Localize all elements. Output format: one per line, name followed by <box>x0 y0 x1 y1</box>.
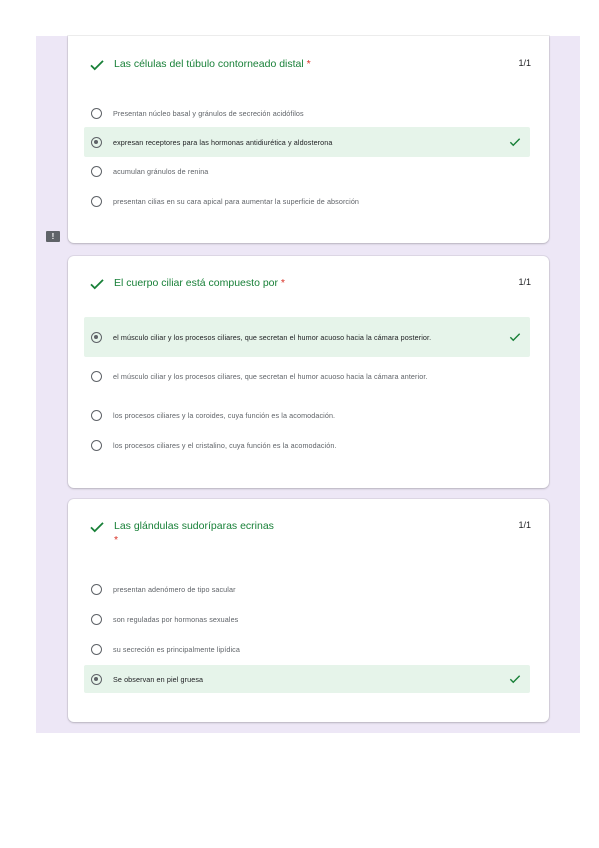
answer-option[interactable]: presentan cilias en su cara apical para … <box>84 192 530 210</box>
answer-option[interactable]: son reguladas por hormonas sexuales <box>84 610 530 628</box>
correct-answer-check-icon <box>509 675 521 684</box>
question-title: Las glándulas sudoríparas ecrinas * <box>114 520 274 546</box>
option-label: acumulan gránulos de renina <box>113 166 209 176</box>
radio-button-selected[interactable] <box>91 331 102 343</box>
correct-answer-check-icon <box>509 333 521 342</box>
feedback-icon[interactable]: ! <box>46 231 60 242</box>
question-header: El cuerpo ciliar está compuesto por * 1/… <box>88 275 531 311</box>
option-label: presentan cilias en su cara apical para … <box>113 196 360 206</box>
question-card-1: Las células del túbulo contorneado dista… <box>68 36 549 243</box>
question-score: 1/1 <box>518 58 531 68</box>
option-label: los procesos ciliares y la coroides, cuy… <box>113 410 336 420</box>
radio-button-selected[interactable] <box>91 136 102 148</box>
answer-option-selected[interactable]: Se observan en piel gruesa <box>84 665 530 693</box>
correct-check-icon <box>90 522 104 533</box>
correct-check-icon <box>90 279 104 290</box>
radio-button[interactable] <box>91 107 102 119</box>
correct-check-icon <box>90 60 104 71</box>
option-label: son reguladas por hormonas sexuales <box>113 614 239 624</box>
option-label: Se observan en piel gruesa <box>113 674 204 684</box>
answer-option[interactable]: los procesos ciliares y la coroides, cuy… <box>84 406 530 424</box>
answer-option[interactable]: su secreción es principalmente lipídica <box>84 640 530 658</box>
answer-option[interactable]: los procesos ciliares y el cristalino, c… <box>84 436 530 454</box>
correct-answer-check-icon <box>509 138 521 147</box>
answer-option[interactable]: el músculo ciliar y los procesos ciliare… <box>84 360 530 392</box>
question-card-3: Las glándulas sudoríparas ecrinas * 1/1 p… <box>68 499 549 722</box>
option-label: expresan receptores para las hormonas an… <box>113 137 333 147</box>
radio-button[interactable] <box>91 409 102 421</box>
option-label: su secreción es principalmente lipídica <box>113 644 240 654</box>
option-label: los procesos ciliares y el cristalino, c… <box>113 440 337 450</box>
question-header: Las glándulas sudoríparas ecrinas * 1/1 <box>88 518 531 554</box>
radio-button[interactable] <box>91 439 102 451</box>
answer-option-selected[interactable]: expresan receptores para las hormonas an… <box>84 127 530 157</box>
radio-button[interactable] <box>91 643 102 655</box>
answer-option-selected[interactable]: el músculo ciliar y los procesos ciliare… <box>84 317 530 357</box>
question-title: Las células del túbulo contorneado dista… <box>114 58 311 70</box>
question-score: 1/1 <box>518 277 531 287</box>
option-label: el músculo ciliar y los procesos ciliare… <box>113 332 432 342</box>
answer-option[interactable]: presentan adenómero de tipo sacular <box>84 580 530 598</box>
question-title: El cuerpo ciliar está compuesto por * <box>114 277 286 289</box>
radio-button-selected[interactable] <box>91 673 102 685</box>
radio-button[interactable] <box>91 583 102 595</box>
option-label: Presentan núcleo basal y gránulos de sec… <box>113 108 304 118</box>
radio-button[interactable] <box>91 370 102 382</box>
option-label: el músculo ciliar y los procesos ciliare… <box>113 371 428 381</box>
question-score: 1/1 <box>518 520 531 530</box>
answer-option[interactable]: acumulan gránulos de renina <box>84 162 530 180</box>
question-header: Las células del túbulo contorneado dista… <box>88 56 531 92</box>
radio-button[interactable] <box>91 165 102 177</box>
option-label: presentan adenómero de tipo sacular <box>113 584 236 594</box>
radio-button[interactable] <box>91 613 102 625</box>
question-card-2: El cuerpo ciliar está compuesto por * 1/… <box>68 256 549 488</box>
radio-button[interactable] <box>91 195 102 207</box>
answer-option[interactable]: Presentan núcleo basal y gránulos de sec… <box>84 104 530 122</box>
